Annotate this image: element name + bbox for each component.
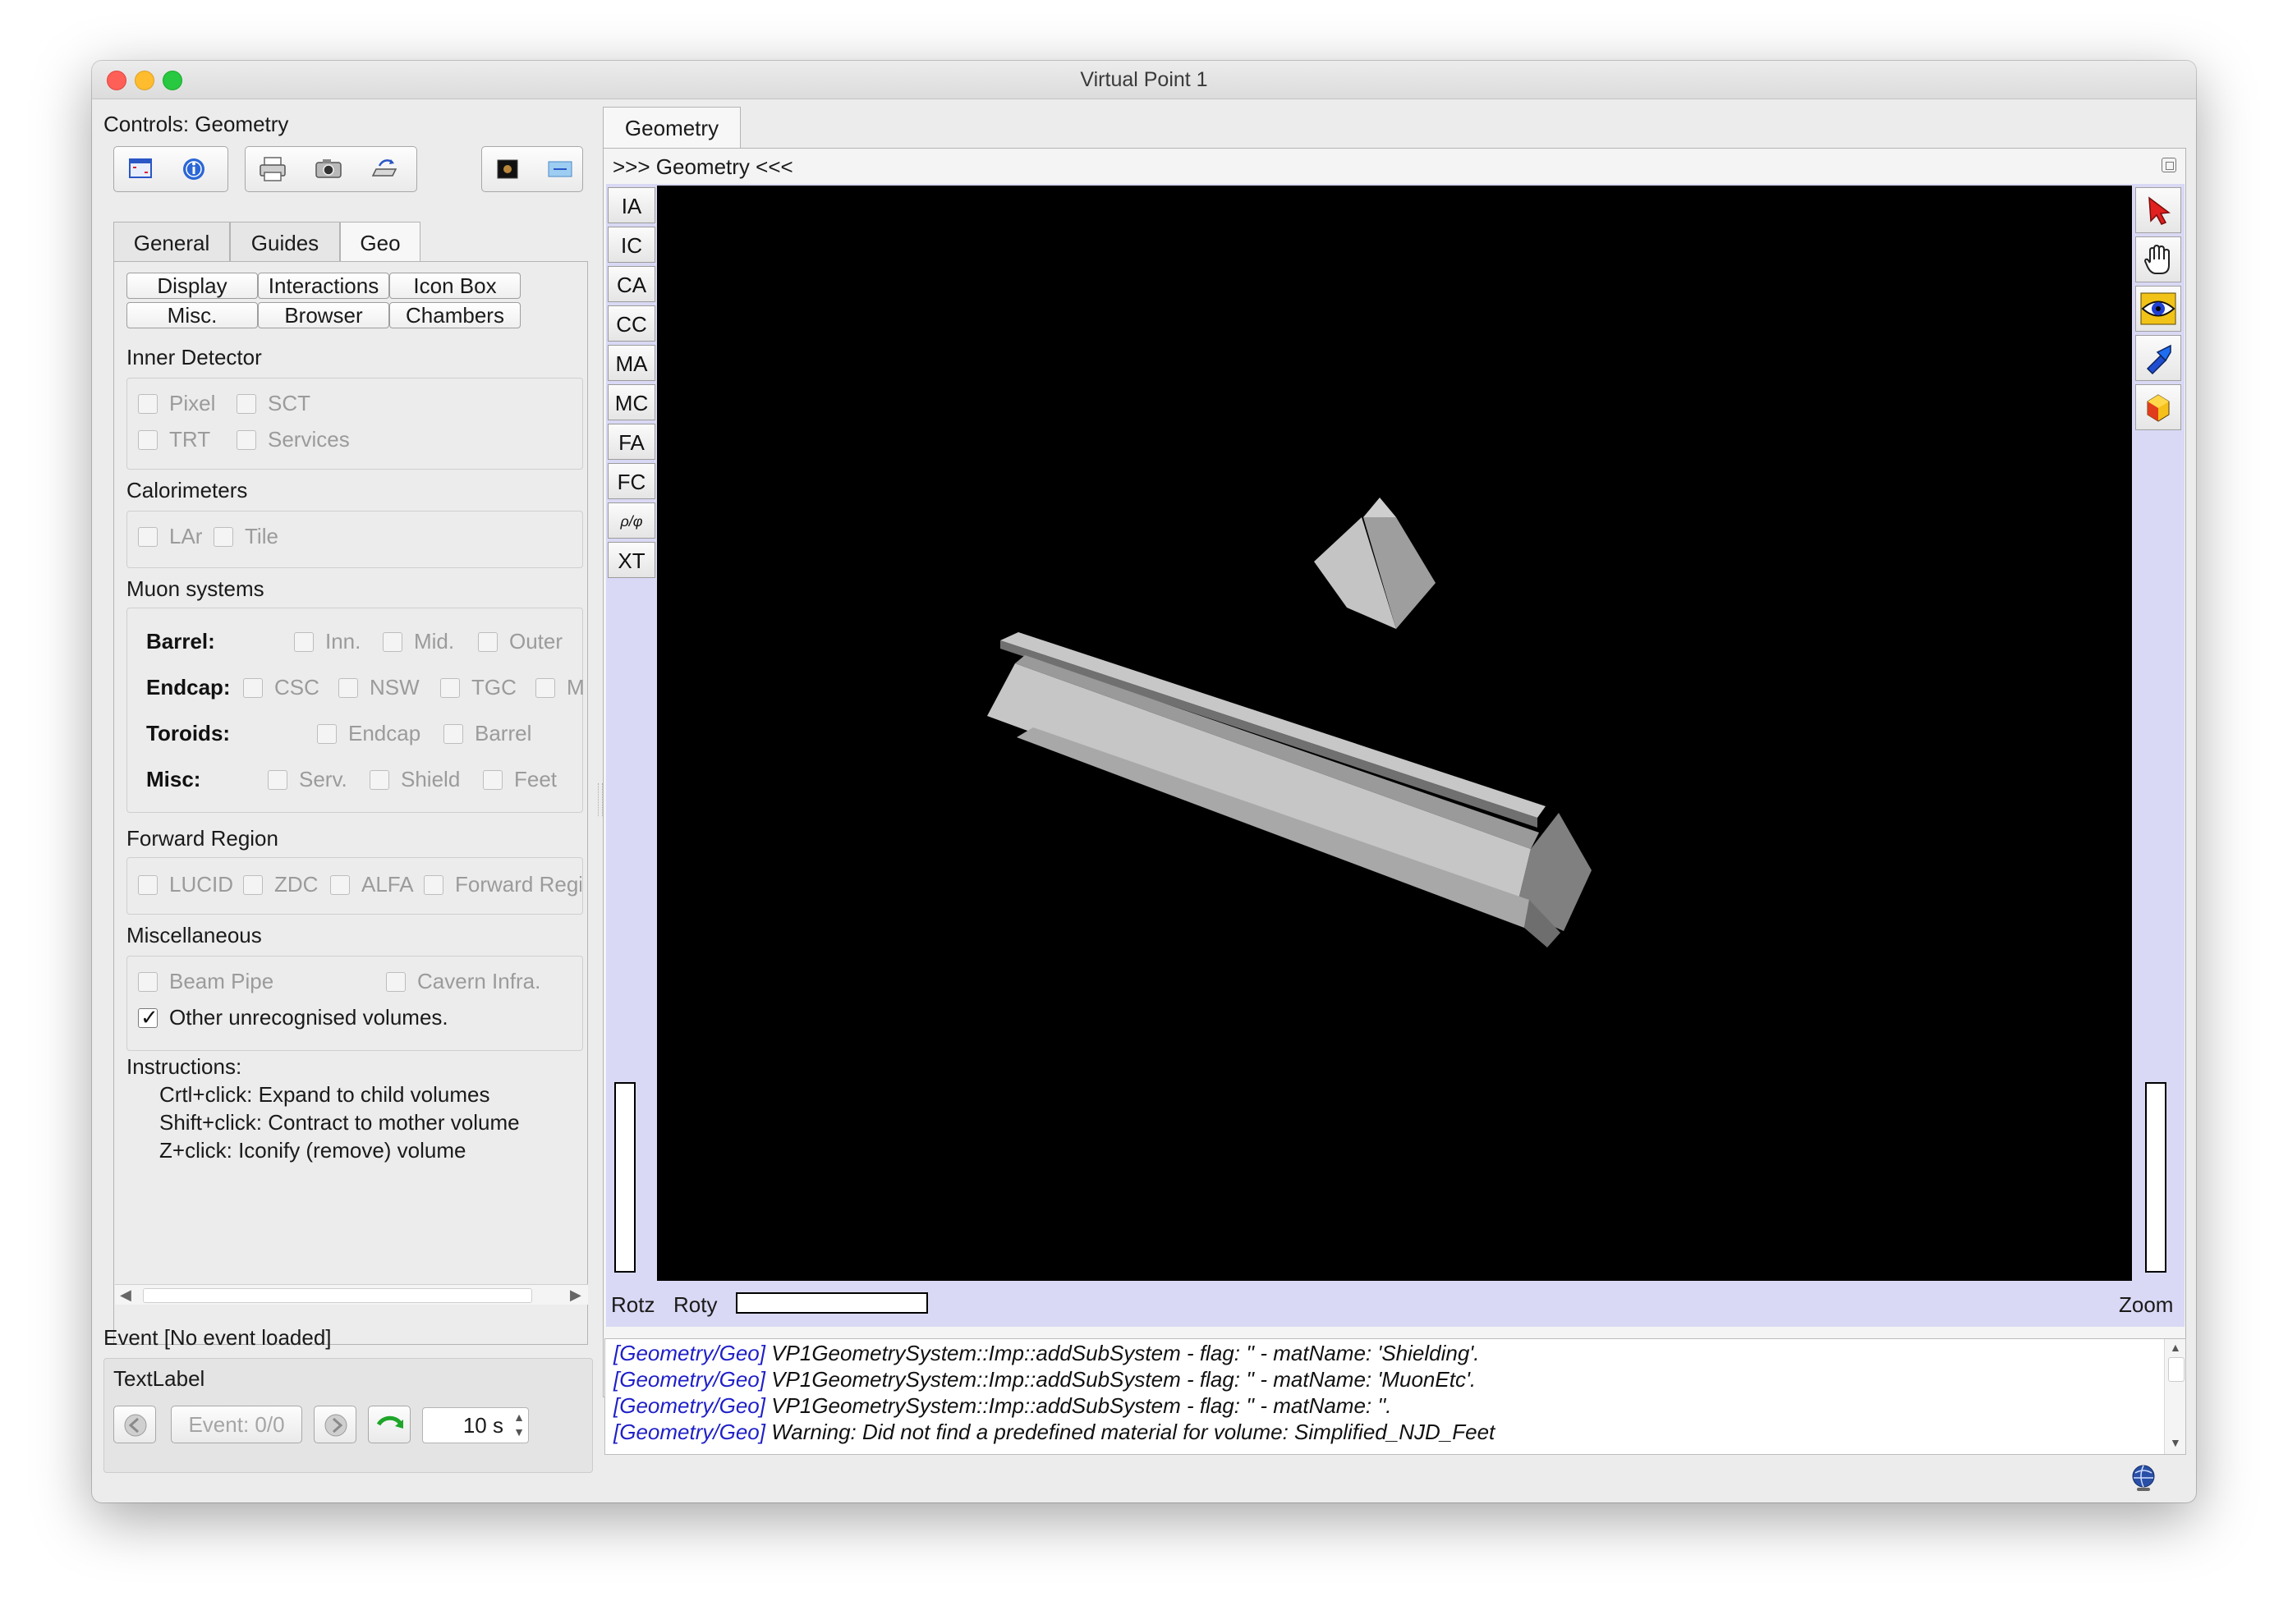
view-xt-button[interactable]: XT bbox=[608, 542, 655, 578]
inner-detector-title: Inner Detector bbox=[126, 345, 262, 369]
geometry-shape bbox=[987, 498, 1592, 947]
viewer-tool-buttons bbox=[2135, 187, 2183, 434]
fullscreen-icon[interactable] bbox=[117, 149, 163, 189]
muon-row-toroids-label: Toroids: bbox=[146, 721, 231, 745]
auto-advance-button[interactable] bbox=[368, 1406, 411, 1443]
title-bar: Virtual Point 1 bbox=[92, 61, 2196, 99]
subtab-browser[interactable]: Browser bbox=[258, 302, 389, 328]
log-line: [Geometry/Geo] Warning: Did not find a p… bbox=[613, 1420, 1495, 1444]
log-line: [Geometry/Geo] VP1GeometrySystem::Imp::a… bbox=[613, 1393, 1392, 1418]
print-icon[interactable] bbox=[250, 149, 296, 189]
instruction-line: Crtl+click: Expand to child volumes bbox=[159, 1082, 490, 1107]
scroll-down-arrow-icon[interactable]: ▼ bbox=[2170, 1436, 2181, 1449]
hand-icon[interactable] bbox=[2135, 236, 2181, 282]
interval-spinbox[interactable]: 10 s ▲ ▼ bbox=[422, 1407, 529, 1443]
undock-icon[interactable] bbox=[2162, 158, 2176, 172]
tab-geo[interactable]: Geo bbox=[340, 222, 420, 266]
pointer-icon[interactable] bbox=[2135, 187, 2181, 233]
log-vertical-scrollbar[interactable]: ▲ ▼ bbox=[2164, 1339, 2185, 1454]
tab-geometry[interactable]: Geometry bbox=[603, 107, 741, 151]
checkbox-forward-region[interactable]: Forward Regi bbox=[424, 872, 581, 898]
subtab-chambers[interactable]: Chambers bbox=[389, 302, 521, 328]
forward-region-title: Forward Region bbox=[126, 826, 278, 851]
view-rho-phi-button[interactable]: ρ/φ bbox=[608, 502, 655, 539]
muon-systems-title: Muon systems bbox=[126, 576, 264, 601]
next-event-button[interactable] bbox=[314, 1406, 356, 1443]
rotz-slider[interactable] bbox=[614, 1082, 636, 1273]
viewer-header: >>> Geometry <<< bbox=[613, 154, 793, 179]
view-ca-button[interactable]: CA bbox=[608, 266, 655, 302]
event-status-label: Event [No event loaded] bbox=[103, 1325, 332, 1350]
muon-row-misc-label: Misc: bbox=[146, 767, 201, 791]
view-fc-button[interactable]: FC bbox=[608, 463, 655, 499]
controls-title: Controls: Geometry bbox=[103, 112, 289, 136]
log-line: [Geometry/Geo] VP1GeometrySystem::Imp::a… bbox=[613, 1341, 1480, 1365]
3d-viewport[interactable] bbox=[657, 186, 2132, 1281]
instruction-line: Shift+click: Contract to mother volume bbox=[159, 1110, 520, 1135]
roty-slider[interactable] bbox=[736, 1292, 928, 1314]
scroll-left-arrow-icon[interactable]: ◀ bbox=[120, 1287, 131, 1304]
zoom-label: Zoom bbox=[2119, 1292, 2174, 1317]
controls-tabbar: General Guides Geo bbox=[113, 222, 606, 266]
message-log[interactable]: [Geometry/Geo] VP1GeometrySystem::Imp::a… bbox=[604, 1338, 2186, 1455]
rotz-label: Rotz bbox=[611, 1292, 655, 1317]
scroll-right-arrow-icon[interactable]: ▶ bbox=[570, 1287, 581, 1304]
flashlight-icon[interactable] bbox=[2135, 335, 2181, 381]
globe-icon[interactable] bbox=[2127, 1461, 2160, 1494]
view-cc-button[interactable]: CC bbox=[608, 305, 655, 342]
subtab-interactions[interactable]: Interactions bbox=[258, 273, 389, 299]
scroll-up-arrow-icon[interactable]: ▲ bbox=[2170, 1341, 2181, 1354]
subtab-misc[interactable]: Misc. bbox=[126, 302, 258, 328]
event-counter: Event: 0/0 bbox=[171, 1406, 302, 1443]
save-icon[interactable] bbox=[361, 149, 407, 189]
calorimeters-title: Calorimeters bbox=[126, 478, 248, 502]
previous-event-button[interactable] bbox=[113, 1406, 156, 1443]
zoom-slider[interactable] bbox=[2145, 1082, 2166, 1273]
eye-icon[interactable] bbox=[2135, 286, 2181, 332]
instructions-title: Instructions: bbox=[126, 1054, 242, 1079]
view-mc-button[interactable]: MC bbox=[608, 384, 655, 420]
instruction-line: Z+click: Iconify (remove) volume bbox=[159, 1138, 466, 1163]
info-icon[interactable] bbox=[171, 149, 217, 189]
view-ma-button[interactable]: MA bbox=[608, 345, 655, 381]
controls-horizontal-scrollbar[interactable]: ◀ ▶ bbox=[115, 1284, 588, 1305]
view-ic-button[interactable]: IC bbox=[608, 227, 655, 263]
log-scroll-thumb[interactable] bbox=[2168, 1357, 2185, 1382]
view-ia-button[interactable]: IA bbox=[608, 187, 655, 223]
view-preset-buttons: IA IC CA CC MA MC FA FC ρ/φ XT bbox=[608, 187, 655, 590]
dark-view-icon[interactable] bbox=[485, 149, 531, 189]
view-fa-button[interactable]: FA bbox=[608, 424, 655, 460]
log-line: [Geometry/Geo] VP1GeometrySystem::Imp::a… bbox=[613, 1367, 1477, 1392]
muon-row-barrel-label: Barrel: bbox=[146, 629, 215, 654]
scroll-thumb[interactable] bbox=[143, 1288, 532, 1303]
miscellaneous-title: Miscellaneous bbox=[126, 923, 262, 947]
app-window: Virtual Point 1 Controls: Geometry Gener… bbox=[92, 61, 2196, 1502]
roty-label: Roty bbox=[673, 1292, 718, 1317]
text-label: TextLabel bbox=[113, 1366, 205, 1391]
tab-guides[interactable]: Guides bbox=[230, 222, 340, 263]
muon-row-endcap-label: Endcap: bbox=[146, 675, 231, 700]
camera-icon[interactable] bbox=[306, 149, 351, 189]
flat-view-icon[interactable] bbox=[537, 149, 583, 189]
window-title: Virtual Point 1 bbox=[1080, 68, 1208, 91]
interval-value: 10 s bbox=[462, 1413, 503, 1438]
tab-general[interactable]: General bbox=[113, 222, 230, 263]
spin-arrows-icon[interactable]: ▲ ▼ bbox=[513, 1410, 525, 1439]
subtab-icon-box[interactable]: Icon Box bbox=[389, 273, 521, 299]
subtab-display[interactable]: Display bbox=[126, 273, 258, 299]
shape-icon[interactable] bbox=[2135, 384, 2181, 430]
